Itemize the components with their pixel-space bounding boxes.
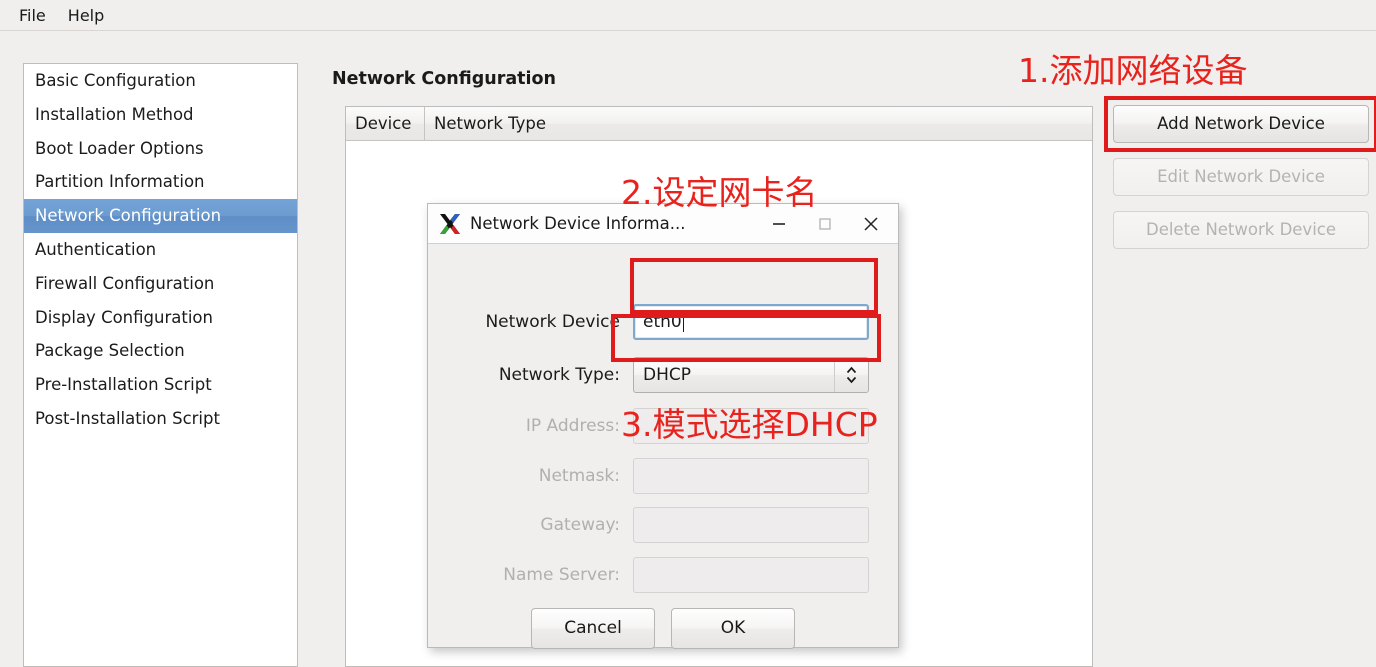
- netmask-input: [633, 458, 869, 494]
- delete-network-device-button: Delete Network Device: [1113, 211, 1369, 249]
- network-type-label: Network Type:: [498, 365, 620, 385]
- form-row-ip-address: IP Address:: [428, 407, 898, 445]
- netmask-label: Netmask:: [538, 466, 620, 486]
- combo-spinner[interactable]: [834, 358, 868, 392]
- form-row-network-type: Network Type: DHCP: [428, 356, 898, 394]
- sidebar-item-display-configuration[interactable]: Display Configuration: [24, 301, 297, 335]
- network-type-combo[interactable]: DHCP: [633, 357, 869, 393]
- sidebar-item-installation-method[interactable]: Installation Method: [24, 98, 297, 132]
- form-row-name-server: Name Server:: [428, 556, 898, 594]
- name-server-input: [633, 557, 869, 593]
- column-header-device[interactable]: Device: [346, 107, 425, 140]
- sidebar-item-firewall-configuration[interactable]: Firewall Configuration: [24, 267, 297, 301]
- network-type-value: DHCP: [643, 365, 691, 385]
- config-section-list[interactable]: Basic Configuration Installation Method …: [23, 63, 298, 667]
- edit-network-device-button: Edit Network Device: [1113, 158, 1369, 196]
- menu-help[interactable]: Help: [57, 3, 115, 28]
- minimize-icon: [773, 222, 785, 225]
- network-device-information-dialog[interactable]: Network Device Informa... Network Device…: [427, 203, 899, 649]
- sidebar-item-package-selection[interactable]: Package Selection: [24, 334, 297, 368]
- name-server-label: Name Server:: [503, 565, 620, 585]
- cancel-button[interactable]: Cancel: [531, 608, 655, 649]
- maximize-icon: [819, 217, 831, 230]
- sidebar-item-network-configuration[interactable]: Network Configuration: [24, 199, 297, 233]
- annotation-text-1: 1.添加网络设备: [1018, 51, 1248, 90]
- close-icon: [864, 216, 878, 231]
- dialog-body: Network Device eth0 Network Type: DHCP I…: [428, 244, 898, 649]
- text-caret: [682, 312, 684, 332]
- gateway-label: Gateway:: [540, 515, 620, 535]
- gateway-input: [633, 507, 869, 543]
- maximize-button[interactable]: [802, 205, 848, 243]
- page-title: Network Configuration: [332, 69, 556, 89]
- minimize-button[interactable]: [756, 205, 802, 243]
- xorg-logo-icon: [440, 213, 460, 234]
- sidebar-item-post-installation-script[interactable]: Post-Installation Script: [24, 402, 297, 436]
- sidebar-item-pre-installation-script[interactable]: Pre-Installation Script: [24, 368, 297, 402]
- sidebar-item-partition-information[interactable]: Partition Information: [24, 165, 297, 199]
- add-network-device-button[interactable]: Add Network Device: [1113, 105, 1369, 143]
- sidebar-item-boot-loader-options[interactable]: Boot Loader Options: [24, 132, 297, 166]
- menu-file[interactable]: File: [8, 3, 57, 28]
- ip-address-input: [633, 408, 869, 444]
- close-button[interactable]: [848, 205, 894, 243]
- dialog-title: Network Device Informa...: [470, 214, 686, 233]
- dialog-titlebar[interactable]: Network Device Informa...: [428, 204, 898, 244]
- column-header-network-type[interactable]: Network Type: [425, 107, 1092, 140]
- dialog-button-bar: Cancel OK: [428, 608, 898, 649]
- form-row-netmask: Netmask:: [428, 457, 898, 495]
- menu-bar: File Help: [0, 0, 1376, 31]
- network-device-label: Network Device: [485, 312, 620, 332]
- form-row-gateway: Gateway:: [428, 506, 898, 544]
- form-row-network-device: Network Device eth0: [428, 303, 898, 341]
- table-header: Device Network Type: [346, 107, 1092, 141]
- network-device-input[interactable]: eth0: [633, 304, 869, 340]
- ok-button[interactable]: OK: [671, 608, 795, 649]
- sidebar-item-authentication[interactable]: Authentication: [24, 233, 297, 267]
- chevron-up-down-icon: [846, 366, 857, 384]
- sidebar-item-basic-configuration[interactable]: Basic Configuration: [24, 64, 297, 98]
- ip-address-label: IP Address:: [525, 416, 620, 436]
- network-device-value: eth0: [643, 312, 682, 332]
